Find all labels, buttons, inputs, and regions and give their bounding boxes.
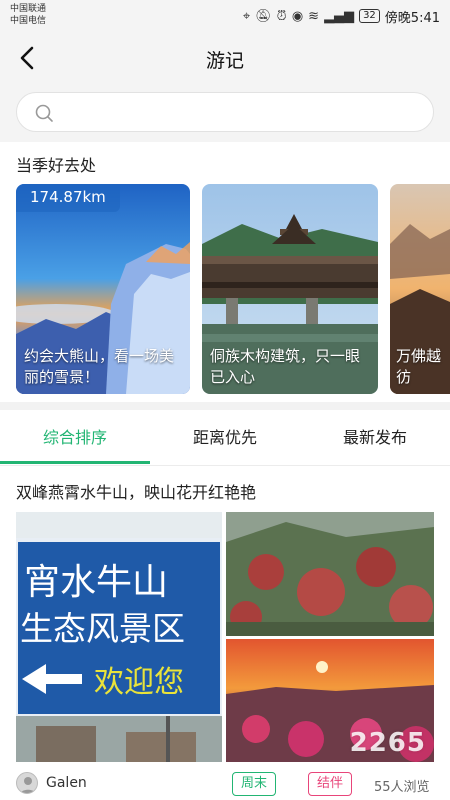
post-photo[interactable]: 宵水牛山 生态风景区 欢迎您 xyxy=(16,512,222,762)
post-title[interactable]: 双峰燕霄水牛山，映山花开红艳艳 xyxy=(16,479,256,503)
sort-tabs: 综合排序 距离优先 最新发布 xyxy=(0,410,450,466)
status-bar: 中国联通 中国电信 ⌖ 🔕︎ ⏰︎ ◉ ≋ ▂▄▆ 32 傍晚5:41 xyxy=(0,0,450,32)
search-icon xyxy=(35,104,53,122)
location-icon: ⌖ xyxy=(242,8,251,24)
carrier-1: 中国联通 xyxy=(10,4,47,14)
status-icons: ⌖ 🔕︎ ⏰︎ ◉ ≋ ▂▄▆ 32 傍晚5:41 xyxy=(243,6,440,26)
tag-partner[interactable]: 结伴 xyxy=(308,772,353,796)
carrier-info: 中国联通 中国电信 xyxy=(10,3,46,27)
tab-comprehensive[interactable]: 综合排序 xyxy=(0,410,150,466)
alarm-icon: ⏰︎ xyxy=(276,8,287,24)
tag-weekend[interactable]: 周末 xyxy=(232,772,277,796)
destination-card[interactable]: 侗族木构建筑，只一眼已入心 xyxy=(202,184,378,394)
wifi-icon: ≋ xyxy=(308,8,320,24)
carrier-2: 中国电信 xyxy=(10,16,47,26)
post-footer: Galen 周末 结伴 55人浏览 xyxy=(16,770,434,798)
azalea-hill-photo xyxy=(226,512,434,636)
section-title-season: 当季好去处 xyxy=(16,156,97,175)
card-caption: 万佛越彷 xyxy=(396,347,442,386)
tab-latest[interactable]: 最新发布 xyxy=(300,410,450,466)
sign-line-1: 宵水牛山 xyxy=(24,562,168,603)
section-divider xyxy=(0,402,450,410)
distance-badge: 174.87km xyxy=(16,184,120,212)
signal-icon: ▂▄▆ xyxy=(324,8,355,24)
card-caption: 侗族木构建筑，只一眼已入心 xyxy=(210,347,361,386)
user-icon xyxy=(20,777,36,793)
season-carousel[interactable]: 174.87km 约会大熊山，看一场美丽的雪景！ 侗族木构建筑，只一眼已入心 万… xyxy=(0,184,450,396)
mute-icon: 🔕︎ xyxy=(255,8,272,24)
post-photo[interactable]: 2265 xyxy=(226,639,434,762)
app-header: 游记 xyxy=(0,32,450,84)
sign-line-3: 欢迎您 xyxy=(94,665,184,700)
tab-distance[interactable]: 距离优先 xyxy=(150,410,300,466)
card-caption: 约会大熊山，看一场美丽的雪景！ xyxy=(24,347,175,386)
sign-line-2: 生态风景区 xyxy=(20,609,185,648)
destination-card[interactable]: 万佛越彷 xyxy=(390,184,450,394)
post-photo-grid[interactable]: 宵水牛山 生态风景区 欢迎您 2265 xyxy=(16,512,434,762)
page-title: 游记 xyxy=(205,50,244,72)
clock: 傍晚5:41 xyxy=(384,10,440,26)
view-count: 55人浏览 xyxy=(374,780,430,795)
destination-card[interactable]: 174.87km 约会大熊山，看一场美丽的雪景！ xyxy=(16,184,190,394)
search-input[interactable] xyxy=(16,92,434,132)
author-name[interactable]: Galen xyxy=(46,775,87,791)
battery-icon: 32 xyxy=(359,9,380,23)
active-tab-indicator xyxy=(0,461,150,464)
post-photo[interactable] xyxy=(226,512,434,636)
scenic-sign-photo: 宵水牛山 生态风景区 欢迎您 xyxy=(16,512,222,762)
watermark-logo: 2265 xyxy=(349,728,426,758)
eye-icon: ◉ xyxy=(291,8,304,24)
avatar[interactable] xyxy=(16,772,38,794)
